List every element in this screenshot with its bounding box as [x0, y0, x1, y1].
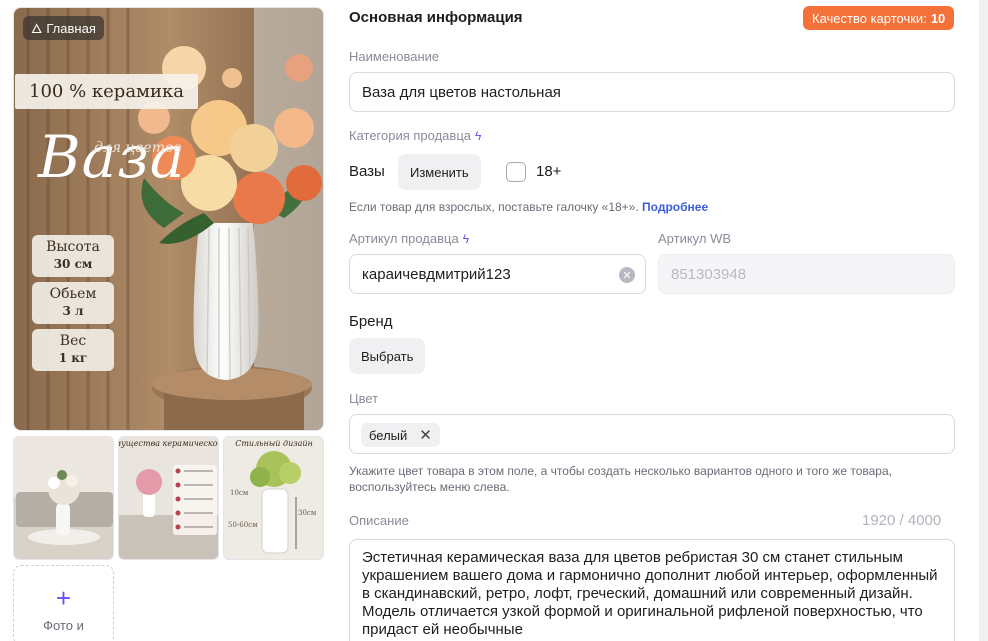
ceramic-tag: 100 % керамика: [15, 74, 199, 109]
photo-thumbnail-1[interactable]: [13, 436, 114, 560]
color-input[interactable]: [349, 414, 955, 454]
lightning-icon: ϟ: [462, 232, 470, 246]
name-input[interactable]: Ваза для цветов настольная: [349, 72, 955, 112]
thumb3-dim: 50-60см: [228, 521, 258, 529]
brand-label: Бренд: [349, 313, 393, 330]
vase-title-word: Ваза: [38, 123, 186, 191]
thumb3-dim: 30см: [298, 509, 317, 517]
fire-icon: 🜂: [31, 21, 43, 36]
thumb2-title: Преимущества керамической вазы: [119, 439, 219, 448]
section-title: Основная информация: [349, 9, 523, 26]
name-input-value: Ваза для цветов настольная: [362, 83, 561, 101]
color-chip-label: белый: [369, 427, 408, 443]
spec-weight: Вес 1 кг: [32, 329, 114, 371]
remove-chip-icon[interactable]: ✕: [419, 426, 432, 444]
adult-checkbox[interactable]: [506, 162, 526, 182]
lightning-icon: ϟ: [475, 129, 482, 143]
photo-thumbnail-2[interactable]: Преимущества керамической вазы: [118, 436, 219, 560]
category-label: Категория продавца ϟ: [349, 128, 481, 143]
main-product-photo[interactable]: 🜂 Главная 100 % керамика Ваза для цветов…: [13, 7, 324, 431]
quality-label: Качество карточки:: [812, 10, 927, 26]
add-photo-button[interactable]: + Фото и: [13, 565, 114, 641]
scrollbar[interactable]: [979, 0, 988, 641]
category-label-text: Категория продавца: [349, 128, 471, 143]
spec-volume: Обьем 3 л: [32, 282, 114, 324]
name-label: Наименование: [349, 49, 440, 64]
article-label-text: Артикул продавца: [349, 231, 459, 246]
thumb3-dim: 10см: [230, 489, 249, 497]
product-card-editor: 🜂 Главная 100 % керамика Ваза для цветов…: [0, 0, 988, 641]
description-textarea[interactable]: Эстетичная керамическая ваза для цветов …: [349, 539, 955, 641]
spec-value: 3 л: [62, 304, 84, 318]
advantages-thumbnail-image: Преимущества керамической вазы: [119, 437, 219, 559]
spec-value: 1 кг: [58, 351, 88, 365]
category-value: Вазы: [349, 163, 385, 180]
description-label: Описание: [349, 513, 409, 528]
quality-value: 10: [930, 10, 946, 26]
spec-label: Вес: [59, 333, 87, 349]
article-label: Артикул продавца ϟ: [349, 231, 469, 246]
wb-article-value: 851303948: [671, 265, 747, 283]
color-label: Цвет: [349, 391, 379, 406]
more-info-link[interactable]: Подробнее: [642, 200, 708, 214]
spec-label: Обьем: [49, 286, 97, 302]
spec-value: 30 см: [53, 257, 93, 271]
add-photo-label: Фото и: [43, 618, 84, 633]
living-room-thumbnail-image: [14, 437, 113, 559]
seller-article-value: караичевдмитрий123: [362, 265, 511, 283]
choose-brand-button[interactable]: Выбрать: [349, 338, 426, 374]
photo-thumbnail-3[interactable]: Стильный дизайн 10см 30см 50-60см: [223, 436, 324, 560]
main-badge-label: Главная: [46, 20, 96, 36]
main-photo-badge: 🜂 Главная: [23, 16, 104, 40]
plus-icon: +: [55, 583, 72, 613]
clear-icon[interactable]: ✕: [619, 267, 635, 283]
wb-article-field: 851303948: [658, 254, 955, 294]
wb-article-label: Артикул WB: [658, 231, 732, 246]
vase-title-sub: для цветов: [94, 140, 182, 156]
change-category-button[interactable]: Изменить: [398, 154, 481, 190]
adult-checkbox-label: 18+: [536, 163, 562, 180]
thumb3-title: Стильный дизайн: [235, 439, 313, 448]
spec-label: Высота: [46, 239, 100, 255]
adult-hint: Если товар для взрослых, поставьте галоч…: [349, 199, 708, 215]
adult-hint-text: Если товар для взрослых, поставьте галоч…: [349, 200, 639, 214]
color-hint: Укажите цвет товара в этом поле, а чтобы…: [349, 464, 892, 494]
spec-height: Высота 30 см: [32, 235, 114, 277]
description-counter: 1920 / 4000: [862, 512, 942, 529]
color-chip[interactable]: белый ✕: [361, 423, 440, 447]
seller-article-input[interactable]: караичевдмитрий123 ✕: [349, 254, 646, 294]
design-thumbnail-image: Стильный дизайн 10см 30см 50-60см: [224, 437, 323, 559]
card-quality-badge[interactable]: Качество карточки: 10: [803, 6, 955, 30]
